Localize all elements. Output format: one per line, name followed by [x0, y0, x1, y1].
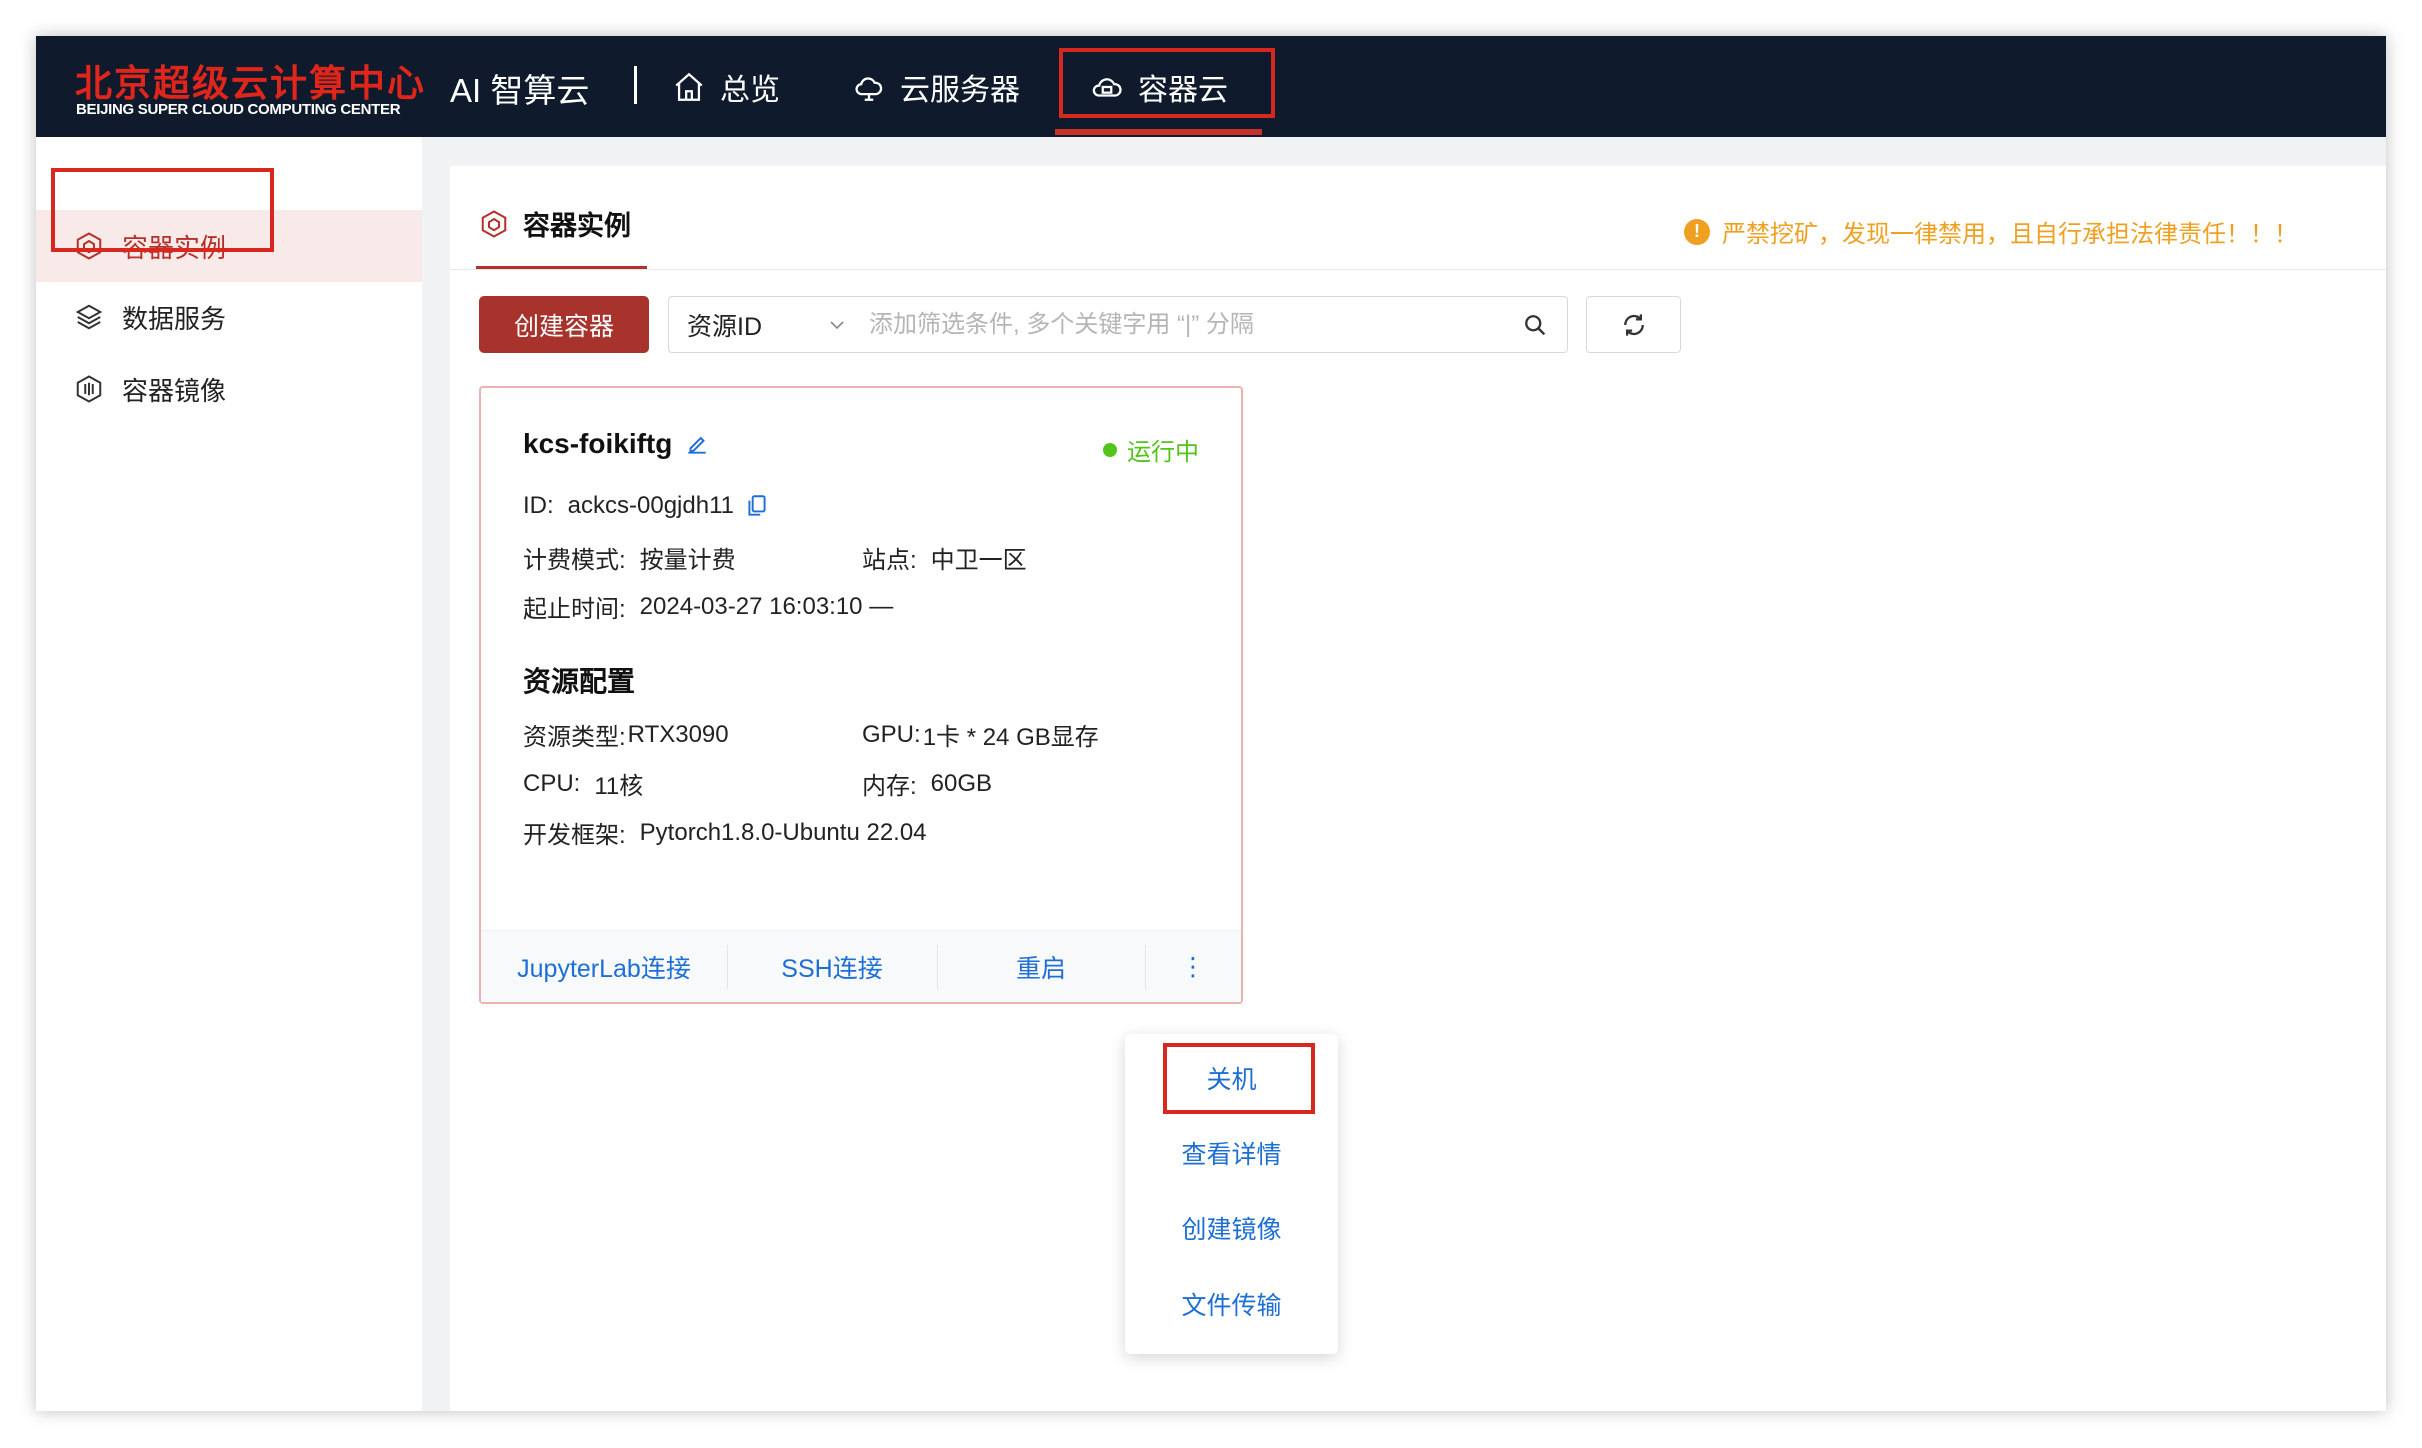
status-text: 运行中 [1127, 439, 1199, 466]
memory-value: 60GB [930, 769, 993, 797]
memory-label: 内存: [862, 773, 917, 800]
more-actions-button[interactable]: ⋮ [1145, 931, 1241, 1003]
warning-text: 严禁挖矿，发现一律禁用，且自行承担法律责任！！！ [1722, 221, 2298, 248]
nav-overview-label: 总览 [720, 73, 780, 107]
framework-row: 开发框架: Pytorch1.8.0-Ubuntu 22.04 [523, 815, 927, 850]
menu-item-view-details[interactable]: 查看详情 [1125, 1123, 1338, 1183]
main-panel: 容器实例 ! 严禁挖矿，发现一律禁用，且自行承担法律责任！！！ 创建容器 资源I… [450, 166, 2386, 1411]
search-icon[interactable] [1521, 311, 1549, 339]
cpu-label: CPU: [523, 769, 581, 797]
refresh-icon [1623, 313, 1644, 336]
billing-label: 计费模式: [523, 547, 626, 574]
layers-icon [75, 304, 103, 330]
gpu-row: GPU: 1卡 * 24 GB显存 [862, 717, 1099, 752]
time-value: 2024-03-27 16:03:10 — [639, 592, 894, 620]
search-input[interactable] [869, 297, 1489, 352]
active-nav-indicator [1055, 129, 1262, 135]
instance-card: kcs-foikiftg 运行中 ID: ackcs-00gjdh11 计费模式… [479, 386, 1243, 1004]
gpu-label: GPU: [862, 720, 921, 748]
id-value: ackcs-00gjdh11 [567, 492, 734, 519]
tab-label: 容器实例 [523, 211, 631, 241]
logo-english[interactable]: BEIJING SUPER CLOUD COMPUTING CENTER [76, 101, 401, 118]
filter-search-bar: 资源ID [668, 296, 1568, 353]
cpu-row: CPU: 11核 [523, 766, 643, 801]
sidebar-item-container-image[interactable]: 容器镜像 [36, 353, 422, 425]
status-dot [1103, 442, 1117, 457]
resource-type-label: 资源类型: [523, 724, 626, 751]
instance-name: kcs-foikiftg [523, 428, 673, 459]
id-row: ID: ackcs-00gjdh11 [523, 492, 770, 520]
header-divider [634, 66, 637, 104]
sidebar-item-data-service[interactable]: 数据服务 [36, 281, 422, 353]
image-icon [76, 375, 102, 403]
site-value: 中卫一区 [930, 547, 1027, 574]
framework-value: Pytorch1.8.0-Ubuntu 22.04 [639, 818, 927, 846]
cpu-value: 11核 [594, 773, 644, 800]
copy-icon[interactable] [744, 493, 770, 519]
mining-warning: ! 严禁挖矿，发现一律禁用，且自行承担法律责任！！！ [1684, 214, 2298, 249]
restart-button[interactable]: 重启 [937, 931, 1145, 1003]
site-row: 站点: 中卫一区 [862, 540, 1027, 575]
refresh-button[interactable] [1586, 296, 1681, 353]
tab-divider [450, 269, 2386, 270]
home-icon [675, 72, 703, 101]
sidebar: 容器实例 数据服务 容器镜像 [36, 137, 422, 1411]
nav-cloud-server-label: 云服务器 [900, 73, 1020, 107]
status-badge: 运行中 [1103, 432, 1199, 467]
billing-value: 按量计费 [639, 547, 736, 574]
nav-overview[interactable]: 总览 [672, 36, 780, 137]
jupyterlab-connect-button[interactable]: JupyterLab连接 [481, 931, 727, 1003]
billing-row: 计费模式: 按量计费 [523, 540, 736, 575]
create-container-button[interactable]: 创建容器 [479, 296, 649, 353]
menu-item-file-transfer[interactable]: 文件传输 [1125, 1274, 1338, 1334]
site-label: 站点: [862, 547, 917, 574]
gpu-value: 1卡 * 24 GB显存 [922, 724, 1099, 751]
framework-label: 开发框架: [523, 822, 626, 849]
tab-container-instance[interactable]: 容器实例 [479, 204, 631, 243]
highlight-box-sidebar [51, 168, 274, 252]
menu-item-create-image[interactable]: 创建镜像 [1125, 1198, 1338, 1258]
container-instance-icon [481, 209, 507, 238]
filter-field-value: 资源ID [687, 312, 763, 341]
edit-icon[interactable] [684, 431, 710, 457]
instance-name-row: kcs-foikiftg [523, 428, 710, 460]
ssh-connect-button[interactable]: SSH连接 [727, 931, 937, 1003]
sidebar-item-label: 容器镜像 [122, 375, 227, 406]
filter-field-select[interactable]: 资源ID [669, 297, 859, 352]
chevron-down-icon [830, 321, 844, 330]
nav-cloud-server[interactable]: 云服务器 [852, 36, 1020, 137]
resource-type-row: 资源类型: RTX3090 [523, 717, 729, 752]
memory-row: 内存: 60GB [862, 766, 992, 801]
cloud-server-icon [855, 76, 883, 101]
resources-title: 资源配置 [523, 666, 636, 697]
highlight-box-nav [1059, 48, 1275, 118]
warning-icon: ! [1684, 218, 1710, 245]
resource-type-value: RTX3090 [627, 720, 729, 748]
highlight-box-shutdown [1163, 1043, 1315, 1114]
id-label: ID: [523, 492, 554, 519]
time-label: 起止时间: [523, 596, 626, 623]
product-name: AI 智算云 [450, 72, 590, 109]
sidebar-item-label: 数据服务 [122, 303, 227, 334]
app-window: 北京超级云计算中心 BEIJING SUPER CLOUD COMPUTING … [36, 36, 2386, 1411]
card-action-bar: JupyterLab连接 SSH连接 重启 ⋮ [481, 930, 1241, 1002]
time-row: 起止时间: 2024-03-27 16:03:10 — [523, 589, 893, 624]
logo-chinese[interactable]: 北京超级云计算中心 [75, 53, 426, 107]
